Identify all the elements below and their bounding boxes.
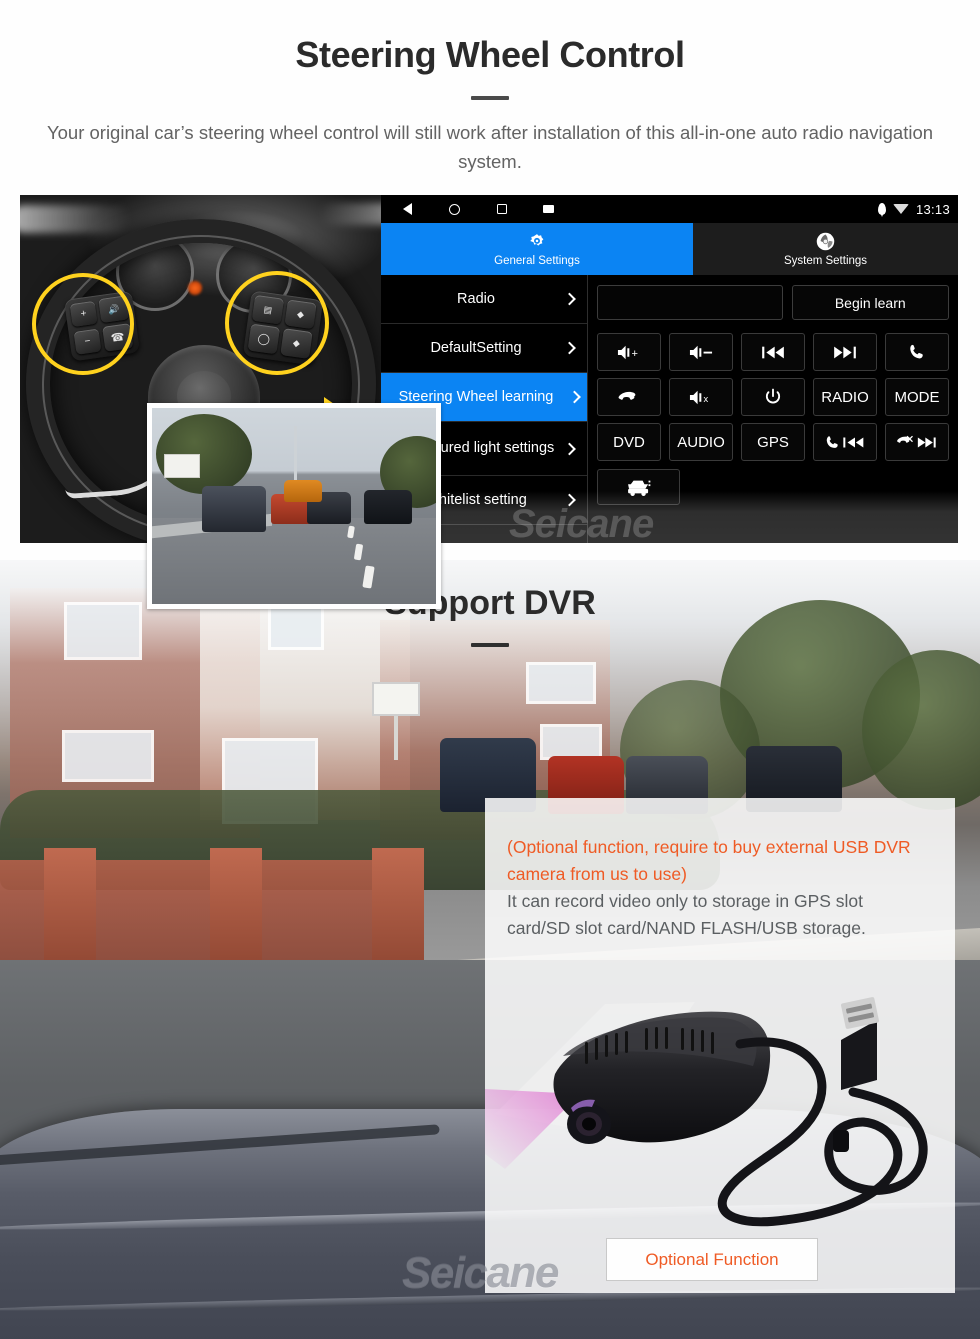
title-divider bbox=[471, 96, 509, 100]
learn-input[interactable] bbox=[597, 285, 783, 320]
extra-key-row bbox=[597, 469, 949, 505]
highlight-circle-left bbox=[32, 273, 134, 375]
for-sale-sign bbox=[372, 682, 420, 716]
tab-general-settings-label: General Settings bbox=[494, 254, 580, 267]
chevron-right-icon bbox=[563, 442, 576, 455]
section-subtitle: Your original car’s steering wheel contr… bbox=[46, 122, 934, 172]
key-volume-up[interactable]: + bbox=[597, 333, 661, 371]
location-pin-icon bbox=[877, 203, 886, 217]
vehicle bbox=[364, 490, 412, 524]
home-circle-icon[interactable] bbox=[448, 203, 461, 216]
screenshot-icon[interactable] bbox=[542, 203, 555, 216]
key-audio[interactable]: AUDIO bbox=[669, 423, 733, 461]
status-indicators: 13:13 bbox=[877, 195, 950, 223]
chevron-right-icon bbox=[563, 292, 576, 306]
key-previous-track[interactable] bbox=[741, 333, 805, 371]
page-title: Steering Wheel Control bbox=[295, 34, 685, 75]
brick-pillar bbox=[44, 848, 96, 974]
key-power[interactable] bbox=[741, 378, 805, 416]
window bbox=[62, 730, 154, 782]
brick-pillar bbox=[210, 848, 262, 974]
begin-learn-button[interactable]: Begin learn bbox=[791, 285, 949, 320]
sign-post bbox=[394, 716, 398, 760]
window bbox=[540, 724, 602, 760]
system-settings-icon bbox=[815, 231, 836, 252]
key-callend-next[interactable] bbox=[885, 423, 949, 461]
android-status-bar: 13:13 bbox=[381, 195, 958, 223]
chevron-right-icon bbox=[563, 341, 576, 355]
dash-highlight-left bbox=[20, 205, 130, 233]
settings-body: Radio DefaultSetting Steering Wheel lear… bbox=[381, 275, 958, 543]
key-radio[interactable]: RADIO bbox=[813, 378, 877, 416]
gear-icon bbox=[527, 232, 547, 252]
tab-general-settings[interactable]: General Settings bbox=[381, 223, 693, 275]
menu-item-radio-label: Radio bbox=[457, 290, 495, 307]
menu-item-defaultsetting-label: DefaultSetting bbox=[430, 339, 522, 356]
key-car-info[interactable] bbox=[597, 469, 680, 505]
chevron-right-icon bbox=[568, 390, 581, 404]
wifi-icon bbox=[892, 204, 909, 214]
key-mute[interactable]: x bbox=[669, 378, 733, 416]
head-unit-screen: 13:13 General Settings System Settings R… bbox=[381, 195, 958, 543]
learnable-keys-grid: + x RADIO MODE DVD AUDIO GPS bbox=[597, 333, 949, 461]
chevron-right-icon bbox=[563, 493, 576, 507]
title-divider-dvr bbox=[471, 643, 509, 647]
dashcam-recording-preview bbox=[147, 403, 441, 609]
back-triangle-icon[interactable] bbox=[401, 203, 414, 216]
dvr-info-card: (Optional function, require to buy exter… bbox=[485, 798, 955, 1293]
dashcam-preview-image bbox=[152, 408, 436, 604]
tab-system-settings[interactable]: System Settings bbox=[693, 223, 958, 275]
key-gps[interactable]: GPS bbox=[741, 423, 805, 461]
dvr-info-card-text: (Optional function, require to buy exter… bbox=[485, 798, 955, 942]
status-clock: 13:13 bbox=[915, 201, 950, 217]
key-call-previous[interactable] bbox=[813, 423, 877, 461]
key-call-answer[interactable] bbox=[885, 333, 949, 371]
brick-pillar bbox=[372, 848, 424, 974]
svg-text:+: + bbox=[632, 347, 638, 359]
vehicle bbox=[284, 480, 322, 502]
dvr-storage-note: It can record video only to storage in G… bbox=[507, 891, 866, 938]
steering-wheel-learning-pane: Begin learn + x RADIO MODE DVD AUDIO GPS bbox=[588, 275, 958, 543]
vehicle bbox=[202, 486, 266, 532]
optional-function-button[interactable]: Optional Function bbox=[606, 1238, 818, 1281]
for-sale-sign bbox=[164, 454, 200, 478]
key-mode[interactable]: MODE bbox=[885, 378, 949, 416]
recents-square-icon[interactable] bbox=[495, 203, 508, 216]
dvr-optional-note: (Optional function, require to buy exter… bbox=[507, 837, 911, 884]
window bbox=[526, 662, 596, 704]
menu-item-radio[interactable]: Radio bbox=[381, 275, 587, 324]
android-nav-keys[interactable] bbox=[401, 195, 555, 223]
usb-dvr-camera-photo bbox=[485, 984, 955, 1234]
learn-controls-row: Begin learn bbox=[597, 285, 949, 320]
dash-highlight-right bbox=[320, 203, 381, 225]
tab-system-settings-label: System Settings bbox=[783, 255, 868, 267]
menu-item-defaultsetting[interactable]: DefaultSetting bbox=[381, 324, 587, 373]
key-next-track[interactable] bbox=[813, 333, 877, 371]
product-feature-page: Steering Wheel Control Your original car… bbox=[0, 0, 980, 1339]
settings-tabbar: General Settings System Settings bbox=[381, 223, 958, 275]
svg-text:x: x bbox=[704, 393, 709, 403]
highlight-circle-right bbox=[225, 271, 329, 375]
key-call-hangup[interactable] bbox=[597, 378, 661, 416]
key-volume-down[interactable] bbox=[669, 333, 733, 371]
key-dvd[interactable]: DVD bbox=[597, 423, 661, 461]
